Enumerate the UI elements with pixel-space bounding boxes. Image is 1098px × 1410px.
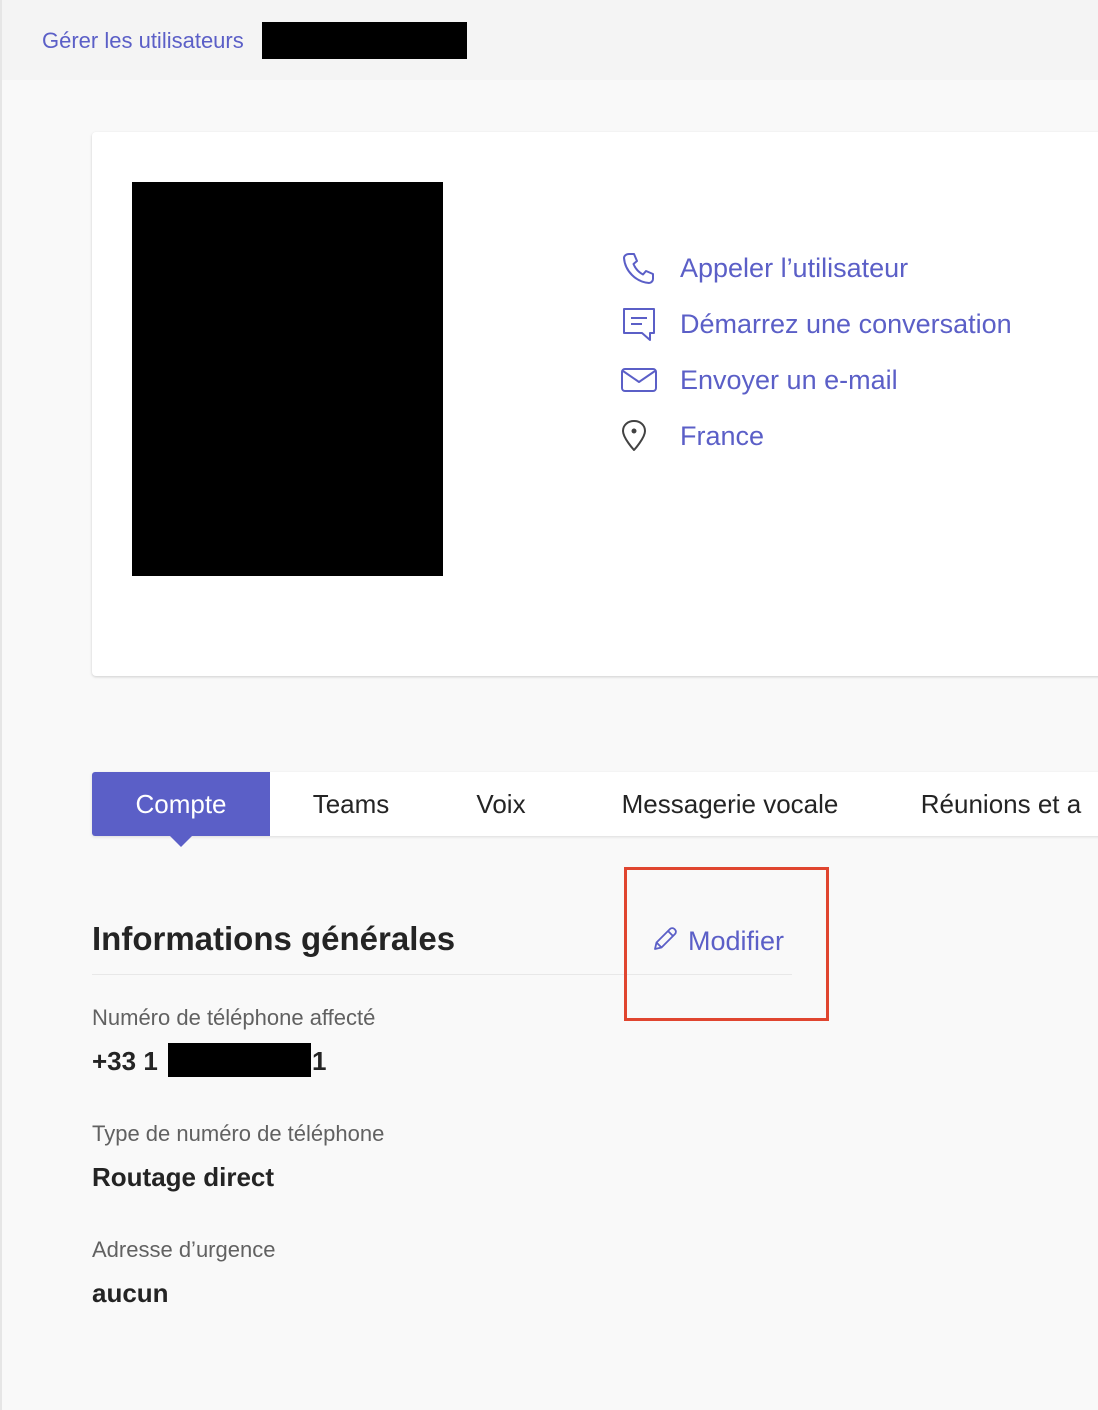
section-title: Informations générales (92, 920, 456, 957)
tab-meetings[interactable]: Réunions et a (890, 772, 1098, 836)
chat-icon (620, 304, 660, 344)
tab-teams[interactable]: Teams (270, 772, 432, 836)
breadcrumb: Gérer les utilisateurs (2, 0, 1098, 80)
call-user-action[interactable]: Appeler l’utilisateur (620, 240, 1012, 296)
section-divider (92, 974, 792, 975)
start-chat-label: Démarrez une conversation (680, 308, 1012, 339)
phone-type-value: Routage direct (92, 1162, 275, 1192)
user-details-page: Gérer les utilisateurs Appeler l’utilisa… (0, 0, 1098, 1410)
emergency-address-label: Adresse d’urgence (92, 1237, 276, 1262)
emergency-address-value: aucun (92, 1278, 169, 1308)
location-label: France (680, 420, 765, 451)
user-tabs: Compte Teams Voix Messagerie vocale Réun… (92, 772, 1098, 847)
mail-icon (620, 360, 660, 400)
tab-voice[interactable]: Voix (432, 772, 570, 836)
send-email-action[interactable]: Envoyer un e-mail (620, 352, 1012, 408)
contact-actions: Appeler l’utilisateur Démarrez une conve… (620, 240, 1012, 464)
phone-type-label: Type de numéro de téléphone (92, 1121, 385, 1146)
phone-number-suffix: 1 (312, 1046, 327, 1076)
redacted-user-name (262, 22, 467, 59)
phone-number-label: Numéro de téléphone affecté (92, 1005, 376, 1030)
call-user-label: Appeler l’utilisateur (680, 252, 909, 283)
location-pin-icon (620, 416, 660, 456)
tab-account[interactable]: Compte (92, 772, 270, 847)
send-email-label: Envoyer un e-mail (680, 364, 898, 395)
edit-label: Modifier (688, 926, 785, 956)
edit-button[interactable]: Modifier (650, 924, 784, 959)
pencil-icon (650, 924, 680, 959)
profile-card: Appeler l’utilisateur Démarrez une conve… (92, 132, 1098, 676)
tab-voicemail[interactable]: Messagerie vocale (570, 772, 890, 836)
redacted-phone-digits (168, 1043, 311, 1077)
phone-number-prefix: +33 1 (92, 1046, 158, 1076)
phone-number-value: +33 1 (92, 1046, 158, 1077)
start-chat-action[interactable]: Démarrez une conversation (620, 296, 1012, 352)
phone-icon (620, 248, 660, 288)
breadcrumb-manage-users-link[interactable]: Gérer les utilisateurs (42, 28, 244, 54)
location-item: France (620, 408, 1012, 464)
redacted-profile-photo (132, 182, 443, 576)
